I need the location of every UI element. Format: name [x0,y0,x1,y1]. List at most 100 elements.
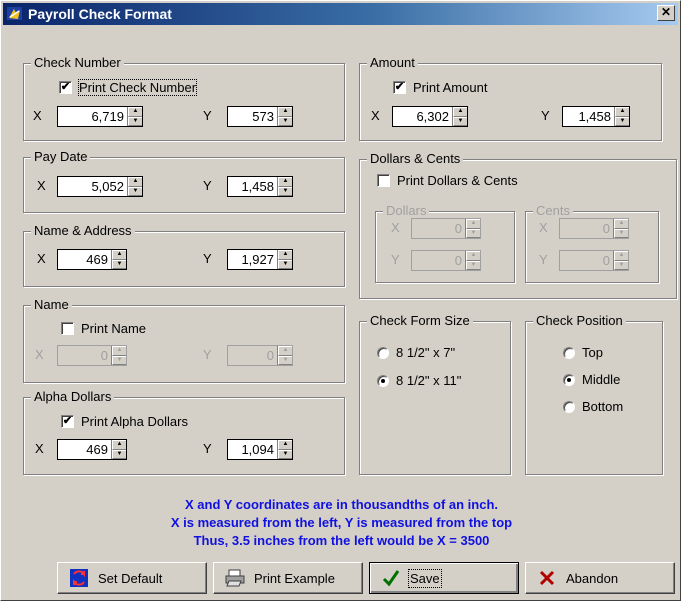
spin-up-icon[interactable]: ▲ [278,177,292,187]
spin-down-icon[interactable]: ▼ [615,116,629,126]
save-button[interactable]: Save [369,562,519,594]
x-label: X [539,220,548,235]
printer-icon [224,567,246,589]
spin-down-icon[interactable]: ▼ [278,186,292,196]
position-top-radio[interactable]: Top [563,345,603,360]
spin-down-icon[interactable]: ▼ [614,228,628,238]
x-label: X [33,108,42,123]
check-number-legend: Check Number [31,55,124,71]
x-label: X [391,220,400,235]
checkbox-box[interactable]: ✔ [59,81,72,94]
spin-down-icon[interactable]: ▼ [614,260,628,270]
y-label: Y [391,252,400,267]
print-alpha-dollars-checkbox[interactable]: ✔ Print Alpha Dollars [61,414,188,429]
radio-dot[interactable] [563,373,575,386]
abandon-button[interactable]: Abandon [525,562,675,594]
spin-down-icon[interactable]: ▼ [466,228,480,238]
radio-dot[interactable] [377,346,389,359]
cents-x-value: 0 [602,221,610,236]
spin-up-icon[interactable]: ▲ [278,107,292,117]
spin-up-icon[interactable]: ▲ [128,107,142,117]
set-default-button[interactable]: Set Default [57,562,207,594]
spin-up-icon[interactable]: ▲ [278,346,292,356]
print-example-button[interactable]: Print Example [213,562,363,594]
spin-down-icon[interactable]: ▼ [466,260,480,270]
spin-up-icon[interactable]: ▲ [112,346,126,356]
x-label: X [37,251,46,266]
position-bottom-radio[interactable]: Bottom [563,399,623,414]
dollars-subgroup: Dollars X 0 ▲ ▼ Y 0 ▲ ▼ [375,203,515,283]
close-button[interactable]: ✕ [657,5,675,21]
check-number-y-spinner[interactable]: 573 ▲ ▼ [227,106,293,127]
cents-y-value: 0 [602,253,610,268]
pay-date-x-spinner[interactable]: 5,052 ▲ ▼ [57,176,143,197]
spin-up-icon[interactable]: ▲ [278,250,292,260]
spin-down-icon[interactable]: ▼ [128,116,142,126]
spin-up-icon[interactable]: ▲ [614,251,628,261]
checkbox-box[interactable] [61,322,74,335]
radio-dot[interactable] [377,374,389,387]
print-dollars-cents-checkbox[interactable]: Print Dollars & Cents [377,173,518,188]
spin-up-icon[interactable]: ▲ [614,219,628,229]
y-label: Y [203,251,212,266]
spin-down-icon[interactable]: ▼ [278,116,292,126]
y-label: Y [203,347,212,362]
print-amount-checkbox[interactable]: ✔ Print Amount [393,80,487,95]
amount-group: Amount ✔ Print Amount X 6,302 ▲ ▼ Y 1,458… [359,55,662,141]
spin-down-icon[interactable]: ▼ [128,186,142,196]
x-label: X [371,108,380,123]
name-x-spinner[interactable]: 0 ▲ ▼ [57,345,127,366]
alpha-dollars-x-value: 469 [86,442,108,457]
amount-x-spinner[interactable]: 6,302 ▲ ▼ [392,106,468,127]
checkmark-icon [380,567,402,589]
checkbox-box[interactable] [377,174,390,187]
position-middle-radio[interactable]: Middle [563,372,620,387]
name-address-x-spinner[interactable]: 469 ▲ ▼ [57,249,127,270]
print-name-checkbox[interactable]: Print Name [61,321,146,336]
app-icon [7,7,22,20]
name-address-y-spinner[interactable]: 1,927 ▲ ▼ [227,249,293,270]
radio-dot[interactable] [563,400,575,413]
spin-down-icon[interactable]: ▼ [278,259,292,269]
spin-up-icon[interactable]: ▲ [112,440,126,450]
print-check-number-checkbox[interactable]: ✔ Print Check Number [59,79,198,96]
spin-down-icon[interactable]: ▼ [453,116,467,126]
form-size-11-radio[interactable]: 8 1/2" x 11" [377,373,461,388]
checkbox-box[interactable]: ✔ [393,81,406,94]
name-group: Name Print Name X 0 ▲ ▼ Y 0 ▲ ▼ [23,297,345,383]
checkbox-box[interactable]: ✔ [61,415,74,428]
spin-down-icon[interactable]: ▼ [278,355,292,365]
spin-up-icon[interactable]: ▲ [466,219,480,229]
cents-x-spinner[interactable]: 0 ▲ ▼ [559,218,629,239]
pay-date-y-value: 1,458 [241,179,274,194]
dollars-x-spinner[interactable]: 0 ▲ ▼ [411,218,481,239]
form-size-7-radio[interactable]: 8 1/2" x 7" [377,345,455,360]
spin-up-icon[interactable]: ▲ [453,107,467,117]
spin-down-icon[interactable]: ▼ [112,355,126,365]
dollars-y-spinner[interactable]: 0 ▲ ▼ [411,250,481,271]
y-label: Y [203,108,212,123]
spin-up-icon[interactable]: ▲ [128,177,142,187]
radio-dot[interactable] [563,346,575,359]
name-legend: Name [31,297,72,313]
name-y-spinner[interactable]: 0 ▲ ▼ [227,345,293,366]
pay-date-y-spinner[interactable]: 1,458 ▲ ▼ [227,176,293,197]
title-bar[interactable]: Payroll Check Format ✕ [3,3,678,25]
cents-legend: Cents [533,203,573,219]
spin-up-icon[interactable]: ▲ [278,440,292,450]
amount-y-spinner[interactable]: 1,458 ▲ ▼ [562,106,630,127]
check-number-x-spinner[interactable]: 6,719 ▲ ▼ [57,106,143,127]
spin-up-icon[interactable]: ▲ [466,251,480,261]
spin-up-icon[interactable]: ▲ [615,107,629,117]
spin-down-icon[interactable]: ▼ [112,259,126,269]
spin-up-icon[interactable]: ▲ [112,250,126,260]
spin-down-icon[interactable]: ▼ [112,449,126,459]
save-label: Save [408,568,442,588]
name-address-legend: Name & Address [31,223,135,239]
check-position-group: Check Position Top Middle Bottom [525,313,663,475]
spin-down-icon[interactable]: ▼ [278,449,292,459]
alpha-dollars-y-spinner[interactable]: 1,094 ▲ ▼ [227,439,293,460]
alpha-dollars-x-spinner[interactable]: 469 ▲ ▼ [57,439,127,460]
dollars-cents-legend: Dollars & Cents [367,151,464,167]
cents-y-spinner[interactable]: 0 ▲ ▼ [559,250,629,271]
